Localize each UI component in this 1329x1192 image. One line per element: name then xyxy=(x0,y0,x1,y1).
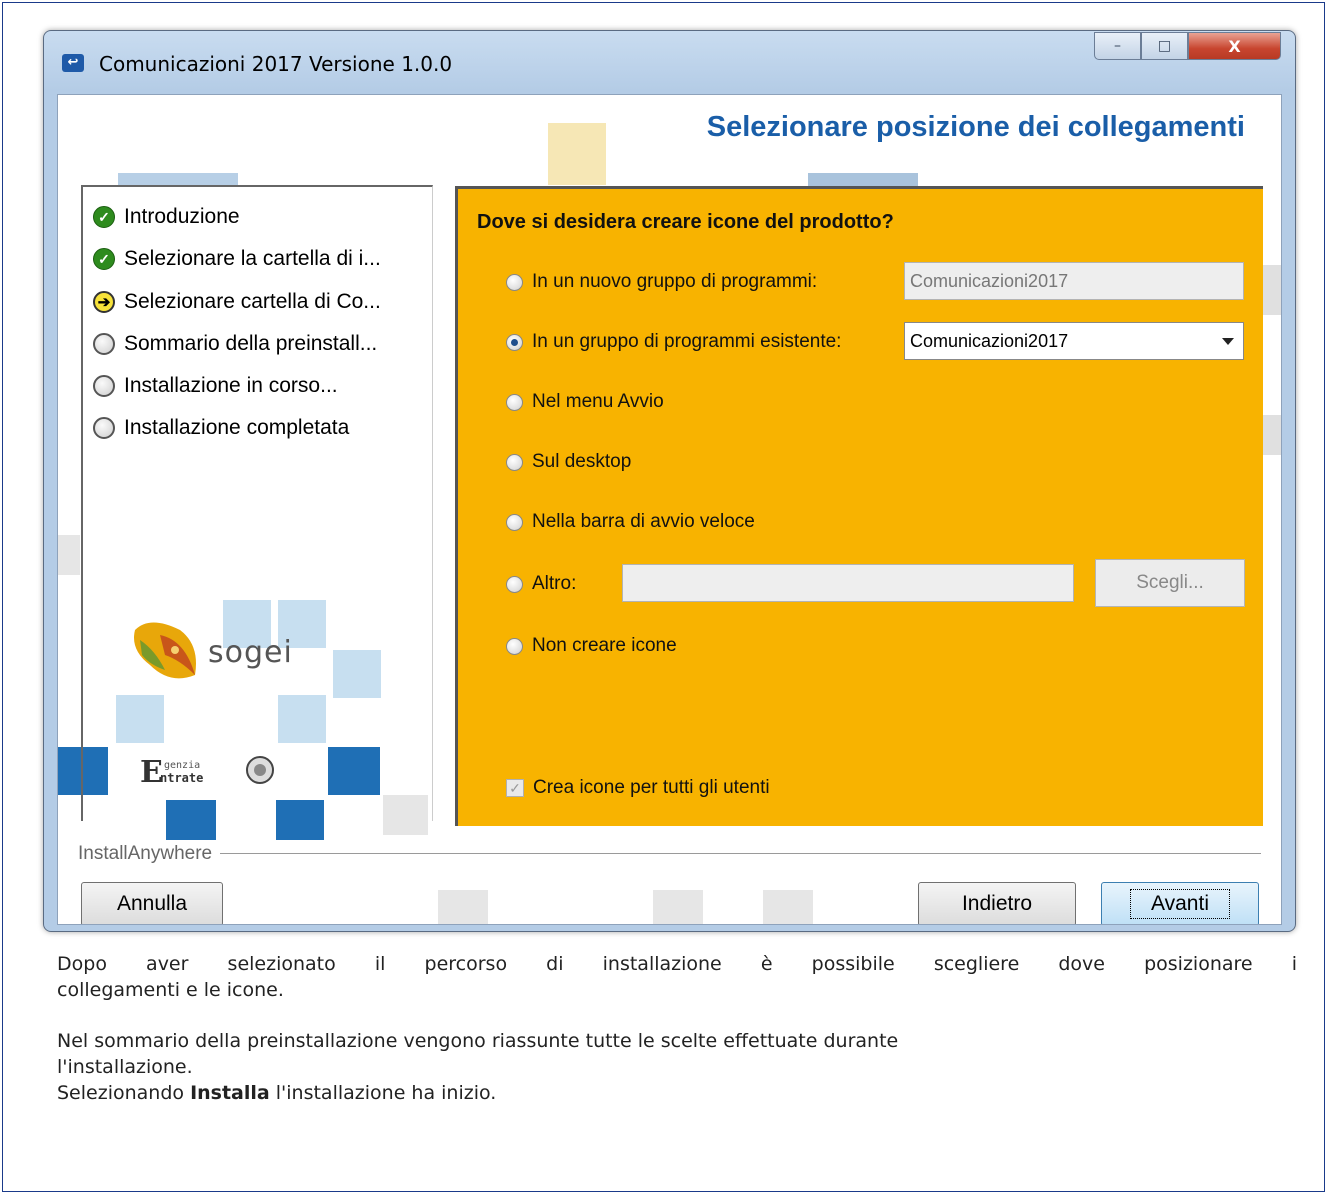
steps-panel: ✓ Introduzione ✓ Selezionare la cartella… xyxy=(81,185,433,821)
decor-tile xyxy=(438,890,488,924)
installanywhere-label: InstallAnywhere xyxy=(78,843,221,865)
shortcut-options-panel: Dove si desidera creare icone del prodot… xyxy=(455,186,1263,826)
step-completata: Installazione completata xyxy=(93,415,349,441)
page-title: Selezionare posizione dei collegamenti xyxy=(706,111,1245,143)
step-installazione: Installazione in corso... xyxy=(93,373,338,399)
step-sommario: Sommario della preinstall... xyxy=(93,331,377,357)
new-group-input[interactable]: Comunicazioni2017 xyxy=(904,262,1244,300)
minimize-button[interactable]: – xyxy=(1094,32,1141,60)
checkbox[interactable]: ✓ xyxy=(506,779,524,797)
step-label: Installazione in corso... xyxy=(124,374,338,397)
pending-circle-icon xyxy=(93,375,115,397)
radio-button[interactable] xyxy=(506,575,523,593)
option-gruppo-esistente[interactable]: In un gruppo di programmi esistente: xyxy=(506,331,841,353)
decor-tile xyxy=(58,535,80,575)
option-label: Nella barra di avvio veloce xyxy=(532,511,755,532)
pending-circle-icon xyxy=(93,333,115,355)
check-icon: ✓ xyxy=(93,206,115,228)
maximize-button[interactable]: □ xyxy=(1141,32,1188,60)
step-label: Selezionare cartella di Co... xyxy=(124,290,381,313)
pending-circle-icon xyxy=(93,417,115,439)
description-text: Selezionando xyxy=(57,1082,185,1104)
other-path-input[interactable] xyxy=(622,564,1074,602)
next-button-label: Avanti xyxy=(1130,889,1230,919)
check-icon: ✓ xyxy=(93,248,115,270)
radio-button[interactable] xyxy=(506,513,523,531)
radio-button[interactable] xyxy=(506,273,523,291)
dropdown-value: Comunicazioni2017 xyxy=(910,331,1069,351)
option-non-creare[interactable]: Non creare icone xyxy=(506,635,677,657)
description-line: Nel sommario della preinstallazione veng… xyxy=(57,1030,899,1052)
radio-button[interactable] xyxy=(506,637,523,655)
description-line: Dopo aver selezionato il percorso di ins… xyxy=(57,953,1297,975)
installer-window: ↩ Comunicazioni 2017 Versione 1.0.0 – □ … xyxy=(43,30,1296,932)
option-altro[interactable]: Altro: xyxy=(506,573,576,595)
arrow-right-icon: ➔ xyxy=(93,291,115,313)
option-label: In un nuovo gruppo di programmi: xyxy=(532,271,818,292)
step-label: Selezionare la cartella di i... xyxy=(124,247,381,270)
decor-tile xyxy=(548,123,606,185)
step-cartella-installazione: ✓ Selezionare la cartella di i... xyxy=(93,246,381,272)
description-line: l'installazione. xyxy=(57,1056,193,1078)
decor-tile xyxy=(808,173,918,187)
decor-tile xyxy=(653,890,703,924)
option-label: Non creare icone xyxy=(532,635,677,656)
install-keyword: Installa xyxy=(190,1082,270,1104)
step-cartella-collegamenti: ➔ Selezionare cartella di Co... xyxy=(93,289,381,315)
step-label: Sommario della preinstall... xyxy=(124,332,378,355)
cancel-button[interactable]: Annulla xyxy=(81,882,223,924)
title-bar[interactable]: ↩ Comunicazioni 2017 Versione 1.0.0 – □ … xyxy=(44,31,1295,95)
agenzia-entrate-logo-icon: E genzia ntrate xyxy=(140,755,274,790)
svg-text:genzia: genzia xyxy=(164,760,200,771)
description-paragraph-2: Nel sommario della preinstallazione veng… xyxy=(57,1028,898,1080)
app-icon: ↩ xyxy=(62,54,84,72)
option-label: In un gruppo di programmi esistente: xyxy=(532,331,842,352)
svg-text:ntrate: ntrate xyxy=(160,771,203,785)
option-desktop[interactable]: Sul desktop xyxy=(506,451,631,473)
choose-button[interactable]: Scegli... xyxy=(1095,559,1245,607)
option-menu-avvio[interactable]: Nel menu Avvio xyxy=(506,391,664,413)
step-introduzione: ✓ Introduzione xyxy=(93,204,240,230)
panel-question: Dove si desidera creare icone del prodot… xyxy=(477,211,894,233)
installer-content: Selezionare posizione dei collegamenti ✓… xyxy=(57,94,1282,925)
decor-tile xyxy=(763,890,813,924)
back-button[interactable]: Indietro xyxy=(918,882,1076,924)
description-paragraph-3: Selezionando Installa l'installazione ha… xyxy=(57,1080,496,1106)
step-label: Introduzione xyxy=(124,205,240,228)
chevron-down-icon[interactable] xyxy=(1222,338,1234,345)
option-label: Nel menu Avvio xyxy=(532,391,664,412)
description-line: collegamenti e le icone. xyxy=(57,979,284,1001)
step-label: Installazione completata xyxy=(124,416,350,439)
radio-button[interactable] xyxy=(506,453,523,471)
all-users-checkbox-row[interactable]: ✓ Crea icone per tutti gli utenti xyxy=(506,777,770,799)
option-nuovo-gruppo[interactable]: In un nuovo gruppo di programmi: xyxy=(506,271,817,293)
option-avvio-veloce[interactable]: Nella barra di avvio veloce xyxy=(506,511,755,533)
divider xyxy=(78,853,1261,854)
close-button[interactable]: X xyxy=(1188,32,1281,60)
sogei-wordmark: sogei xyxy=(208,635,293,670)
checkbox-label: Crea icone per tutti gli utenti xyxy=(533,777,770,798)
description-paragraph-1: Dopo aver selezionato il percorso di ins… xyxy=(57,951,1297,1003)
next-button[interactable]: Avanti xyxy=(1101,882,1259,924)
option-label: Altro: xyxy=(532,573,577,594)
radio-button[interactable] xyxy=(506,393,523,411)
description-text: l'installazione ha inizio. xyxy=(275,1082,497,1104)
existing-group-dropdown[interactable]: Comunicazioni2017 xyxy=(904,322,1244,360)
radio-button[interactable] xyxy=(506,333,523,351)
window-title: Comunicazioni 2017 Versione 1.0.0 xyxy=(99,52,453,76)
option-label: Sul desktop xyxy=(532,451,632,472)
